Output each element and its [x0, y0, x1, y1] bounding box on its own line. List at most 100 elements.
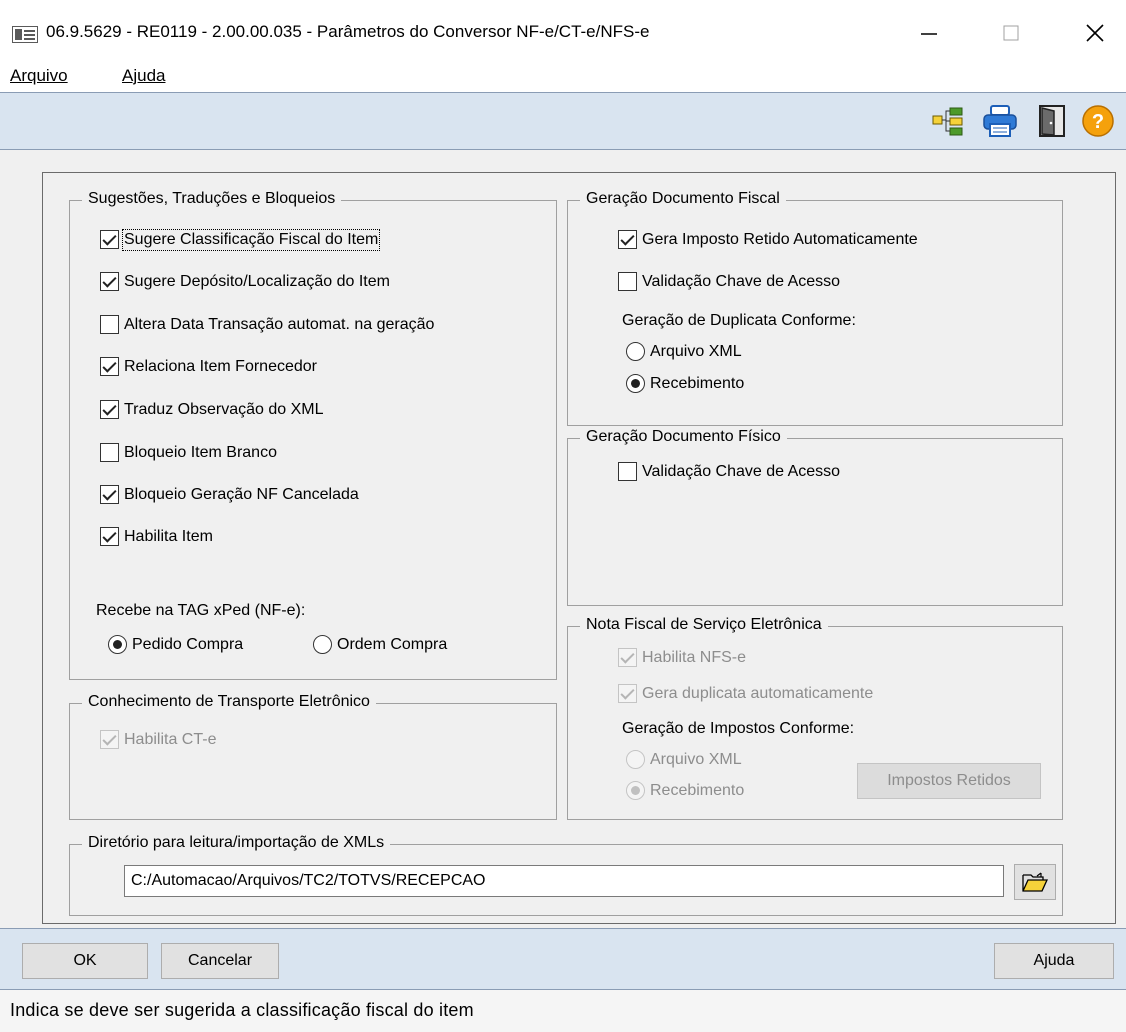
diretorio-input[interactable] [124, 865, 1004, 897]
impostos-arquivo-xml-radio[interactable]: Arquivo XML [626, 750, 742, 769]
gera-duplicata-checkbox[interactable]: Gera duplicata automaticamente [618, 684, 873, 703]
duplicata-recebimento-radio[interactable]: Recebimento [626, 374, 744, 393]
maximize-button[interactable] [988, 14, 1034, 52]
bloqueio-nf-cancelada-checkbox[interactable]: Bloqueio Geração NF Cancelada [100, 485, 359, 504]
duplicata-arquivo-xml-label: Arquivo XML [650, 342, 742, 360]
relaciona-item-label: Relaciona Item Fornecedor [124, 357, 317, 375]
doc-fiscal-group: Geração Documento Fiscal Gera Imposto Re… [567, 190, 1063, 426]
habilita-cte-checkbox[interactable]: Habilita CT-e [100, 730, 216, 749]
toolbar: ? [0, 92, 1126, 150]
traduz-observacao-label: Traduz Observação do XML [124, 400, 324, 418]
diretorio-group-title: Diretório para leitura/importação de XML… [82, 834, 391, 852]
checkbox-box [100, 485, 119, 504]
help-button[interactable]: Ajuda [994, 943, 1114, 979]
ok-button[interactable]: OK [22, 943, 148, 979]
altera-data-label: Altera Data Transação automat. na geraçã… [124, 315, 435, 333]
duplicata-label: Geração de Duplicata Conforme: [622, 312, 856, 329]
sugestoes-group: Sugestões, Traduções e Bloqueios Sugere … [69, 190, 557, 680]
traduz-observacao-checkbox[interactable]: Traduz Observação do XML [100, 400, 324, 419]
impostos-label: Geração de Impostos Conforme: [622, 720, 855, 737]
duplicata-arquivo-xml-radio[interactable]: Arquivo XML [626, 342, 742, 361]
habilita-nfse-label: Habilita NFS-e [642, 648, 747, 666]
pedido-compra-label: Pedido Compra [132, 635, 244, 653]
diretorio-group: Diretório para leitura/importação de XML… [69, 834, 1063, 916]
altera-data-checkbox[interactable]: Altera Data Transação automat. na geraçã… [100, 315, 434, 334]
help-icon[interactable]: ? [1080, 103, 1116, 139]
doc-fisico-group: Geração Documento Físico Validação Chave… [567, 428, 1063, 606]
menu-ajuda[interactable]: Ajuda [122, 66, 165, 86]
sugere-classificacao-label: Sugere Classificação Fiscal do Item [121, 228, 381, 251]
checkbox-box [100, 272, 119, 291]
radio-circle [626, 342, 645, 361]
checkbox-box [618, 272, 637, 291]
button-bar: OK Cancelar Ajuda [0, 928, 1126, 990]
cte-group: Conhecimento de Transporte Eletrônico Ha… [69, 693, 557, 820]
impostos-arquivo-xml-label: Arquivo XML [650, 750, 742, 768]
checkbox-box [100, 315, 119, 334]
maximize-icon [1003, 25, 1019, 41]
checkbox-box [618, 648, 637, 667]
gera-duplicata-label: Gera duplicata automaticamente [642, 684, 874, 702]
svg-text:?: ? [1092, 111, 1104, 133]
tree-structure-icon[interactable] [930, 103, 966, 139]
validacao-chave-fisico-label: Validação Chave de Acesso [642, 462, 841, 480]
title-bar: 06.9.5629 - RE0119 - 2.00.00.035 - Parâm… [0, 0, 1126, 62]
radio-circle [313, 635, 332, 654]
validacao-chave-fisico-checkbox[interactable]: Validação Chave de Acesso [618, 462, 840, 481]
validacao-chave-fiscal-label: Validação Chave de Acesso [642, 272, 841, 290]
checkbox-box [100, 730, 119, 749]
menu-arquivo[interactable]: Arquivo [10, 66, 68, 86]
duplicata-recebimento-label: Recebimento [650, 374, 745, 392]
cancel-button[interactable]: Cancelar [161, 943, 279, 979]
radio-circle [626, 750, 645, 769]
window-title: 06.9.5629 - RE0119 - 2.00.00.035 - Parâm… [46, 22, 650, 41]
ordem-compra-label: Ordem Compra [337, 635, 448, 653]
bloqueio-item-branco-checkbox[interactable]: Bloqueio Item Branco [100, 443, 277, 462]
pedido-compra-radio[interactable]: Pedido Compra [108, 635, 243, 654]
nfse-group-title: Nota Fiscal de Serviço Eletrônica [580, 616, 828, 634]
browse-folder-button[interactable] [1014, 864, 1056, 900]
impostos-recebimento-radio[interactable]: Recebimento [626, 781, 744, 800]
radio-circle [108, 635, 127, 654]
checkbox-box [100, 357, 119, 376]
close-button[interactable] [1072, 14, 1118, 52]
habilita-item-checkbox[interactable]: Habilita Item [100, 527, 213, 546]
impostos-retidos-button[interactable]: Impostos Retidos [857, 763, 1041, 799]
close-icon [1086, 24, 1104, 42]
validacao-chave-fiscal-checkbox[interactable]: Validação Chave de Acesso [618, 272, 840, 291]
print-icon[interactable] [982, 103, 1018, 139]
radio-circle [626, 374, 645, 393]
app-window-icon [12, 26, 38, 43]
sugere-deposito-label: Sugere Depósito/Localização do Item [124, 272, 390, 290]
status-text: Indica se deve ser sugerida a classifica… [10, 1000, 474, 1020]
checkbox-box [100, 400, 119, 419]
bloqueio-item-branco-label: Bloqueio Item Branco [124, 443, 277, 461]
habilita-item-label: Habilita Item [124, 527, 213, 545]
checkbox-box [618, 230, 637, 249]
sugere-classificacao-checkbox[interactable]: Sugere Classificação Fiscal do Item [100, 228, 381, 251]
main-panel: Sugestões, Traduções e Bloqueios Sugere … [42, 172, 1116, 924]
minimize-icon [921, 33, 937, 35]
habilita-nfse-checkbox[interactable]: Habilita NFS-e [618, 648, 746, 667]
checkbox-box [100, 230, 119, 249]
radio-circle [626, 781, 645, 800]
ordem-compra-radio[interactable]: Ordem Compra [313, 635, 447, 654]
exit-door-icon[interactable] [1034, 103, 1070, 139]
gera-imposto-checkbox[interactable]: Gera Imposto Retido Automaticamente [618, 230, 918, 249]
gera-imposto-label: Gera Imposto Retido Automaticamente [642, 230, 918, 248]
doc-fisico-group-title: Geração Documento Físico [580, 428, 787, 446]
open-folder-icon [1022, 872, 1048, 892]
checkbox-box [618, 684, 637, 703]
cte-group-title: Conhecimento de Transporte Eletrônico [82, 693, 376, 711]
status-bar: Indica se deve ser sugerida a classifica… [0, 990, 1126, 1032]
nfse-group: Nota Fiscal de Serviço Eletrônica Habili… [567, 616, 1063, 820]
bloqueio-nf-cancelada-label: Bloqueio Geração NF Cancelada [124, 485, 359, 503]
xped-label: Recebe na TAG xPed (NF-e): [96, 602, 306, 619]
impostos-recebimento-label: Recebimento [650, 781, 745, 799]
relaciona-item-checkbox[interactable]: Relaciona Item Fornecedor [100, 357, 317, 376]
sugestoes-group-title: Sugestões, Traduções e Bloqueios [82, 190, 342, 208]
minimize-button[interactable] [906, 14, 952, 52]
checkbox-box [618, 462, 637, 481]
sugere-deposito-checkbox[interactable]: Sugere Depósito/Localização do Item [100, 272, 390, 291]
doc-fiscal-group-title: Geração Documento Fiscal [580, 190, 786, 208]
